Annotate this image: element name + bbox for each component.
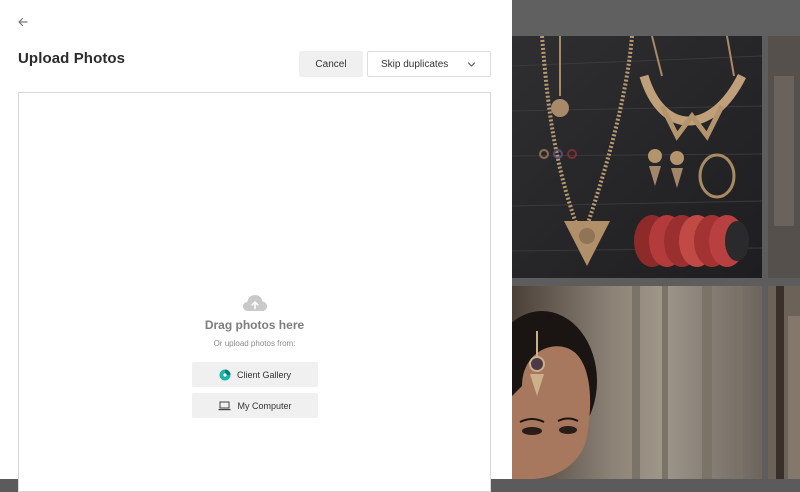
client-gallery-label: Client Gallery [236,369,292,380]
client-gallery-icon [219,369,231,381]
backdrop-top-bar [512,0,800,36]
chevron-down-icon [467,62,476,67]
laptop-icon [218,401,231,411]
bride-portrait-photo [512,286,762,479]
client-gallery-button[interactable]: Client Gallery [192,362,318,387]
jewelry-photo [512,36,762,278]
back-arrow-icon[interactable] [14,13,34,31]
gallery-backdrop [512,0,800,479]
my-computer-button[interactable]: My Computer [192,393,318,418]
duplicates-select[interactable]: Skip duplicates [367,51,491,77]
duplicates-select-value: Skip duplicates [381,58,449,70]
upload-from-subtext: Or upload photos from: [213,339,296,348]
partial-photo-top [768,36,800,278]
cloud-upload-icon [243,295,267,311]
drag-photos-heading: Drag photos here [204,318,305,332]
my-computer-label: My Computer [237,400,292,411]
cancel-button[interactable]: Cancel [299,51,363,77]
page-title: Upload Photos [18,50,126,67]
photo-dropzone[interactable] [18,92,491,492]
partial-photo-bottom [768,286,800,479]
upload-panel: Upload Photos Cancel Skip duplicates Dra… [0,0,512,492]
